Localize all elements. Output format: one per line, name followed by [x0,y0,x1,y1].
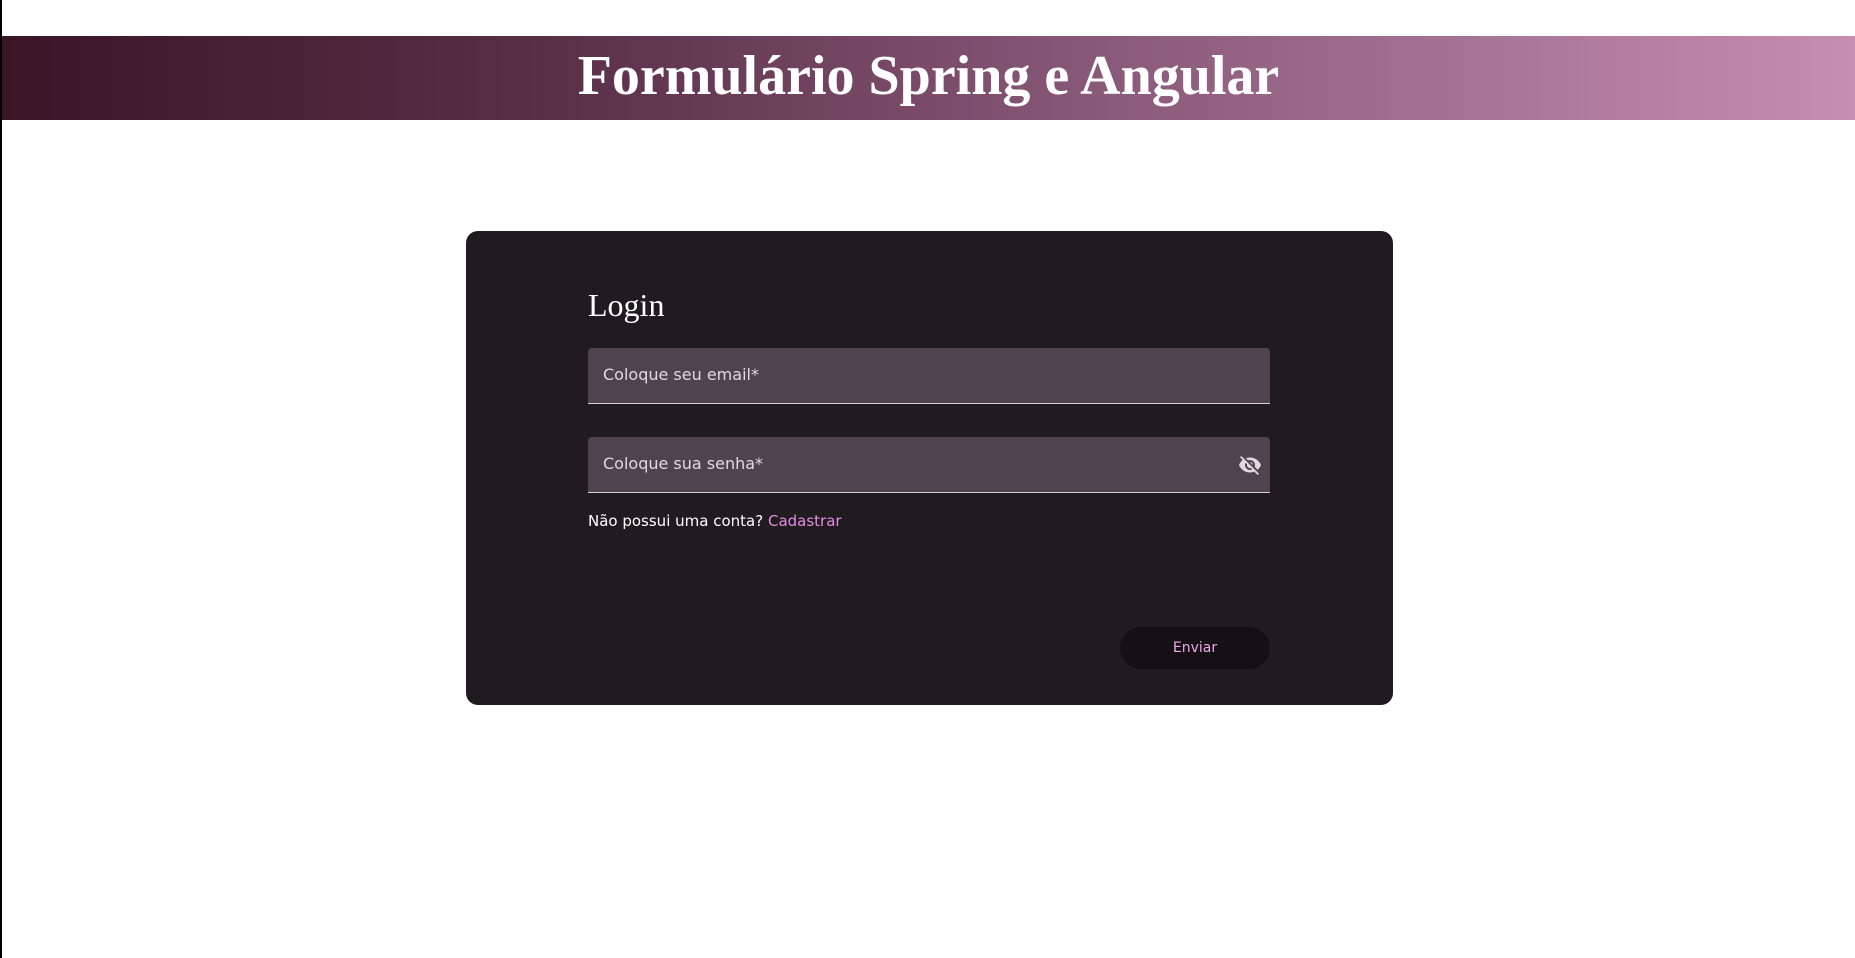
email-field-label: Coloque seu email* [603,365,759,384]
signup-prompt-line: Não possui uma conta? Cadastrar [588,514,842,529]
signup-prompt-text: Não possui uma conta? [588,512,764,530]
page-header: Formulário Spring e Angular [2,36,1855,120]
signup-link[interactable]: Cadastrar [768,512,842,530]
eye-off-icon[interactable] [1238,453,1262,477]
password-field[interactable]: Coloque sua senha* [588,437,1270,493]
login-title: Login [588,287,665,323]
page-title: Formulário Spring e Angular [577,45,1280,107]
submit-button[interactable]: Enviar [1120,627,1270,669]
login-card: Login Coloque seu email* Coloque sua sen… [466,231,1393,705]
password-field-label: Coloque sua senha* [603,454,764,473]
page-left-border [0,0,2,958]
email-field[interactable]: Coloque seu email* [588,348,1270,404]
